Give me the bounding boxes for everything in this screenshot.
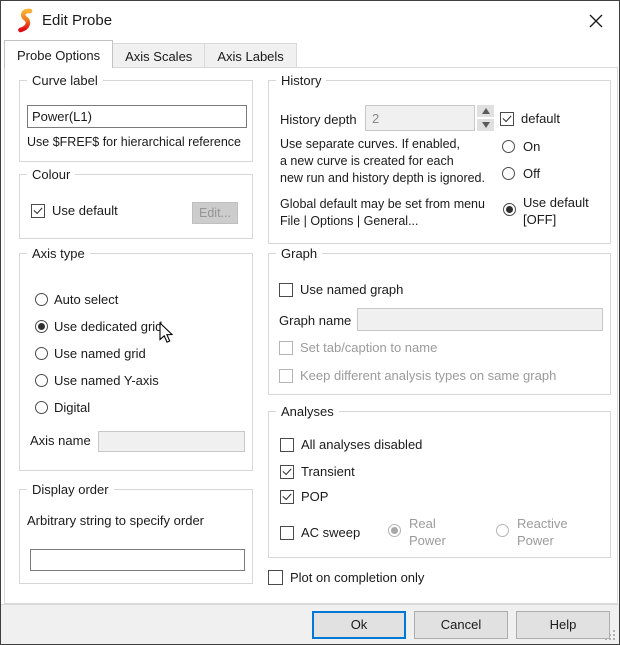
history-default-checkbox[interactable] (500, 112, 514, 126)
curve-label-group-title: Curve label (27, 73, 103, 88)
graph-group: Graph Use named graph Graph name Set tab… (268, 253, 611, 395)
display-order-note: Arbitrary string to specify order (27, 513, 204, 528)
colour-edit-button: Edit... (192, 202, 238, 224)
resize-grip[interactable] (605, 628, 616, 643)
close-icon (589, 14, 603, 28)
history-use-default-label: Use default [OFF] (523, 194, 589, 228)
display-order-group-title: Display order (27, 482, 114, 497)
colour-use-default-label: Use default (52, 203, 118, 218)
tab-axis-scales[interactable]: Axis Scales (113, 43, 205, 68)
axis-type-group: Axis type Auto select Use dedicated grid… (19, 253, 253, 471)
display-order-input[interactable] (30, 549, 245, 571)
analyses-group-title: Analyses (276, 404, 339, 419)
cancel-button[interactable]: Cancel (414, 611, 508, 639)
curve-label-group: Curve label Use $FREF$ for hierarchical … (19, 80, 253, 162)
set-tab-caption-checkbox (279, 341, 293, 355)
tab-axis-labels[interactable]: Axis Labels (205, 43, 296, 68)
close-button[interactable] (579, 7, 613, 34)
transient-checkbox[interactable] (280, 465, 294, 479)
pop-checkbox[interactable] (280, 490, 294, 504)
analyses-group: Analyses All analyses disabled Transient… (268, 411, 611, 558)
reactive-power-radio (496, 524, 509, 537)
history-separate-curves-text: Use separate curves. If enabled, a new c… (280, 136, 485, 187)
axis-use-dedicated-grid-radio[interactable] (35, 320, 48, 333)
spin-up-button (477, 105, 494, 117)
axis-use-named-yaxis-radio[interactable] (35, 374, 48, 387)
plot-on-completion-label: Plot on completion only (290, 570, 424, 585)
help-button[interactable]: Help (516, 611, 610, 639)
graph-name-label: Graph name (279, 313, 351, 328)
reactive-power-label: Reactive Power (517, 515, 568, 549)
triangle-down-icon (482, 122, 490, 128)
axis-use-named-grid-radio[interactable] (35, 347, 48, 360)
use-named-graph-checkbox[interactable] (279, 283, 293, 297)
plot-on-completion-checkbox[interactable] (268, 570, 283, 585)
keep-analysis-types-checkbox (279, 369, 293, 383)
simetrix-logo-icon (14, 8, 35, 37)
all-analyses-disabled-checkbox[interactable] (280, 438, 294, 452)
history-use-default-radio[interactable] (503, 203, 516, 216)
history-group: History History depth 2 default Use sepa… (268, 80, 611, 244)
axis-name-input (98, 431, 245, 452)
tab-bar: Probe Options Axis Scales Axis Labels (4, 40, 297, 68)
history-depth-value: 2 (365, 105, 475, 131)
axis-name-label: Axis name (30, 433, 91, 448)
curve-label-note: Use $FREF$ for hierarchical reference (27, 135, 241, 149)
graph-group-title: Graph (276, 246, 322, 261)
title-bar: Edit Probe (1, 1, 619, 40)
colour-use-default-checkbox[interactable] (31, 204, 45, 218)
display-order-group: Display order Arbitrary string to specif… (19, 489, 253, 584)
colour-group: Colour Use default Edit... (19, 174, 253, 239)
history-off-radio[interactable] (502, 167, 515, 180)
real-power-label: Real Power (409, 515, 446, 549)
history-depth-label: History depth (280, 112, 357, 127)
button-bar: Ok Cancel Help (1, 604, 619, 645)
colour-group-title: Colour (27, 167, 75, 182)
mouse-cursor (159, 322, 174, 347)
spin-down-button (477, 119, 494, 131)
triangle-up-icon (482, 108, 490, 114)
axis-name-row: Axis name (30, 433, 91, 448)
history-on-radio[interactable] (502, 140, 515, 153)
history-depth-spinner: 2 (365, 105, 494, 131)
axis-digital-radio[interactable] (35, 401, 48, 414)
history-global-note: Global default may be set from menu File… (280, 196, 485, 230)
real-power-radio (388, 524, 401, 537)
history-group-title: History (276, 73, 326, 88)
curve-label-input[interactable] (27, 105, 247, 128)
ok-button[interactable]: Ok (312, 611, 406, 639)
graph-name-input (357, 308, 603, 331)
axis-type-group-title: Axis type (27, 246, 90, 261)
edit-probe-dialog: Edit Probe Probe Options Axis Scales Axi… (0, 0, 620, 645)
ac-sweep-checkbox[interactable] (280, 526, 294, 540)
history-default-label: default (521, 111, 560, 126)
dialog-title: Edit Probe (42, 12, 112, 29)
axis-auto-select-radio[interactable] (35, 293, 48, 306)
tab-probe-options[interactable]: Probe Options (4, 40, 113, 68)
